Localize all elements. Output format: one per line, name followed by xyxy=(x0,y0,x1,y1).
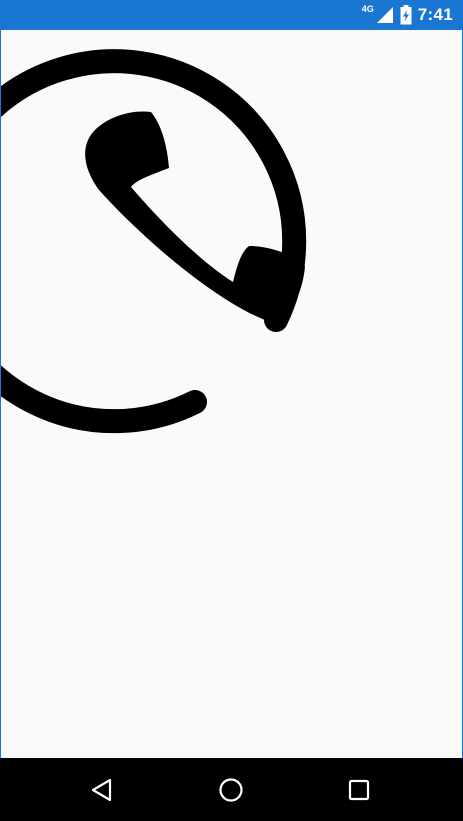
screen: 4G 7:41 xyxy=(0,0,463,821)
battery-icon xyxy=(400,5,412,25)
navigation-bar xyxy=(0,758,463,821)
clock: 7:41 xyxy=(417,5,453,24)
main-content xyxy=(1,30,462,758)
status-bar: 4G 7:41 xyxy=(0,0,463,30)
recents-icon xyxy=(348,779,370,801)
status-icons: 4G 7:41 xyxy=(362,0,453,30)
recents-button[interactable] xyxy=(339,770,379,810)
back-icon xyxy=(91,778,112,802)
signal-icon xyxy=(376,7,393,23)
home-button[interactable] xyxy=(211,770,251,810)
phone-in-circle-icon xyxy=(1,49,307,434)
back-button[interactable] xyxy=(82,770,122,810)
home-icon xyxy=(219,778,243,802)
network-type-label: 4G xyxy=(361,4,374,14)
